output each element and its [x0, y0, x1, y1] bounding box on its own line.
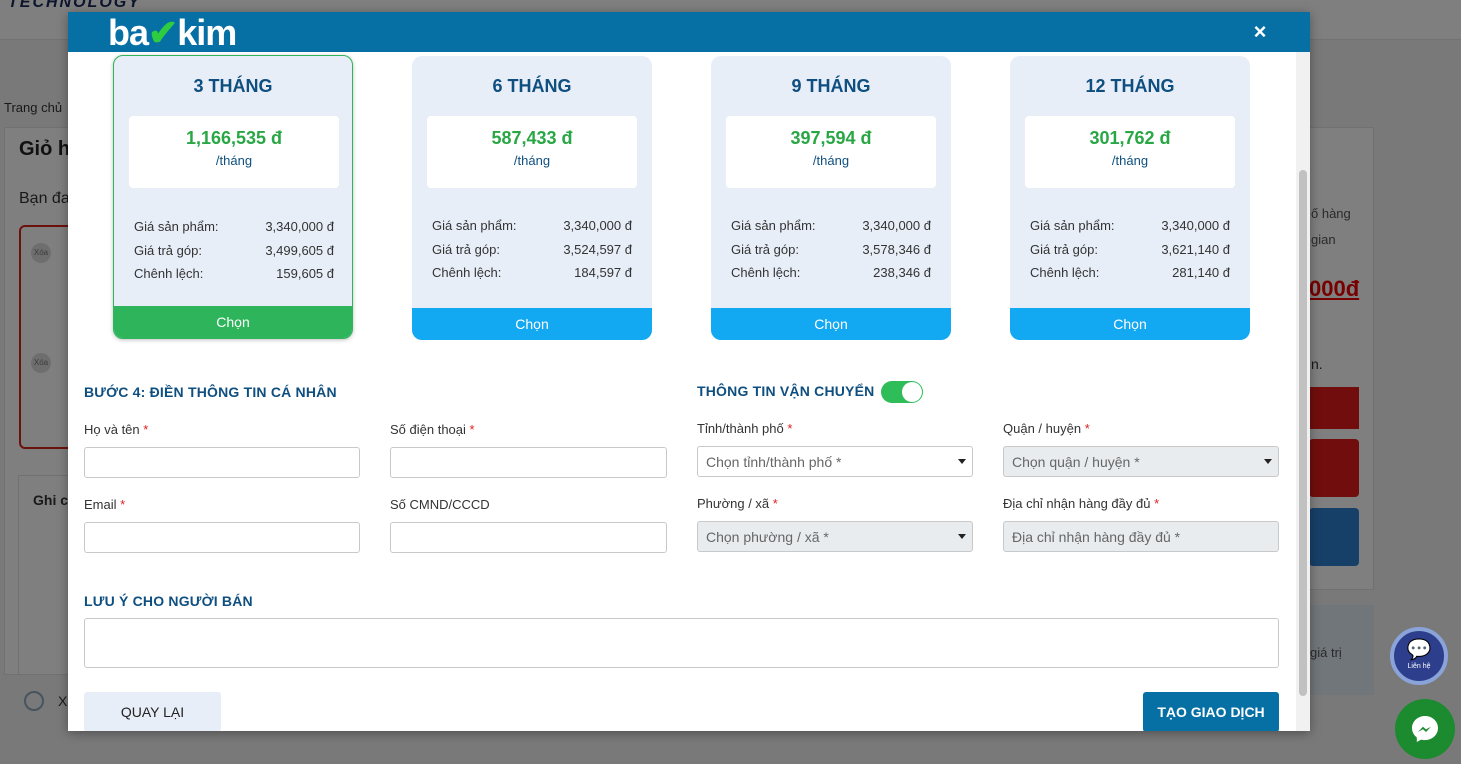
ward-placeholder: Chọn phường / xã *	[706, 529, 829, 545]
choose-plan-button[interactable]: Chọn	[412, 308, 652, 340]
plan-unit: /tháng	[513, 153, 551, 168]
shipping-toggle[interactable]	[881, 381, 923, 403]
shipping-info-title: THÔNG TIN VẬN CHUYỂN	[697, 383, 875, 399]
seller-note-textarea[interactable]	[84, 618, 1279, 668]
district-select[interactable]: Chọn quận / huyện *	[1003, 446, 1279, 477]
contact-label: Liên hệ	[1407, 663, 1431, 670]
province-label: Tỉnh/thành phố *	[697, 421, 793, 436]
plan-title: 6 THÁNG	[492, 76, 572, 96]
plan-monthly-price: 587,433 đ	[491, 128, 573, 148]
plan-unit: /tháng	[812, 153, 850, 168]
plan-monthly-price: 1,166,535 đ	[185, 128, 283, 148]
choose-plan-button[interactable]: Chọn	[1010, 308, 1250, 340]
chevron-down-icon	[1264, 459, 1272, 464]
plan-unit: /tháng	[215, 153, 253, 168]
id-number-label: Số CMND/CCCD	[390, 497, 490, 512]
close-button[interactable]: ×	[1248, 20, 1272, 44]
ward-label: Phường / xã *	[697, 496, 778, 511]
email-label: Email *	[84, 497, 126, 512]
phone-input[interactable]	[390, 447, 667, 478]
email-input[interactable]	[84, 522, 360, 553]
district-label: Quận / huyện *	[1003, 421, 1090, 436]
plan-monthly-price: 397,594 đ	[790, 128, 872, 148]
district-placeholder: Chọn quận / huyện *	[1012, 454, 1140, 470]
fullname-label: Họ và tên *	[84, 422, 149, 437]
toggle-knob	[902, 382, 922, 402]
address-input[interactable]: Địa chỉ nhận hàng đầy đủ *	[1003, 521, 1279, 552]
personal-info-title: BƯỚC 4: ĐIỀN THÔNG TIN CÁ NHÂN	[84, 384, 337, 400]
plan-price-box: 397,594 đ /tháng	[726, 116, 936, 188]
plan-title: 3 THÁNG	[193, 76, 273, 96]
contact-chat-button[interactable]: 💬 Liên hệ	[1390, 627, 1448, 685]
address-placeholder: Địa chỉ nhận hàng đầy đủ *	[1012, 529, 1181, 545]
create-transaction-button[interactable]: TẠO GIAO DỊCH	[1143, 692, 1279, 731]
ward-select[interactable]: Chọn phường / xã *	[697, 521, 973, 552]
chat-icon: 💬	[1406, 639, 1432, 661]
plan-card-6-months[interactable]: 6 THÁNG 587,433 đ /tháng Giá sản phẩm: 3,…	[412, 56, 652, 340]
scrollbar-thumb[interactable]	[1299, 170, 1307, 696]
choose-plan-button[interactable]: Chọn	[114, 306, 352, 338]
plan-price-box: 301,762 đ /tháng	[1025, 116, 1235, 188]
plan-unit: /tháng	[1111, 153, 1149, 168]
province-placeholder: Chọn tỉnh/thành phố *	[706, 454, 842, 470]
chevron-down-icon	[958, 534, 966, 539]
phone-label: Số điện thoại *	[390, 422, 475, 437]
messenger-icon	[1412, 716, 1438, 742]
back-button[interactable]: QUAY LẠI	[84, 692, 221, 731]
baokim-logo: ba✔kim	[108, 12, 237, 53]
plan-price-box: 1,166,535 đ /tháng	[129, 116, 339, 188]
chevron-down-icon	[958, 459, 966, 464]
plan-title: 12 THÁNG	[1085, 76, 1175, 96]
plan-card-9-months[interactable]: 9 THÁNG 397,594 đ /tháng Giá sản phẩm: 3,…	[711, 56, 951, 340]
fullname-input[interactable]	[84, 447, 360, 478]
installment-modal: ba✔kim × 3 THÁNG 1,166,535 đ /tháng Giá …	[68, 12, 1310, 731]
address-label: Địa chỉ nhận hàng đầy đủ *	[1003, 496, 1160, 511]
plan-monthly-price: 301,762 đ	[1089, 128, 1171, 148]
plan-card-12-months[interactable]: 12 THÁNG 301,762 đ /tháng Giá sản phẩm: 3…	[1010, 56, 1250, 340]
plan-title: 9 THÁNG	[791, 76, 871, 96]
seller-note-title: LƯU Ý CHO NGƯỜI BÁN	[84, 593, 253, 609]
plan-card-3-months[interactable]: 3 THÁNG 1,166,535 đ /tháng Giá sản phẩm:…	[113, 55, 353, 339]
province-select[interactable]: Chọn tỉnh/thành phố *	[697, 446, 973, 477]
plan-price-box: 587,433 đ /tháng	[427, 116, 637, 188]
choose-plan-button[interactable]: Chọn	[711, 308, 951, 340]
id-number-input[interactable]	[390, 522, 667, 553]
modal-header: ba✔kim ×	[68, 12, 1310, 53]
messenger-button[interactable]	[1395, 699, 1455, 759]
